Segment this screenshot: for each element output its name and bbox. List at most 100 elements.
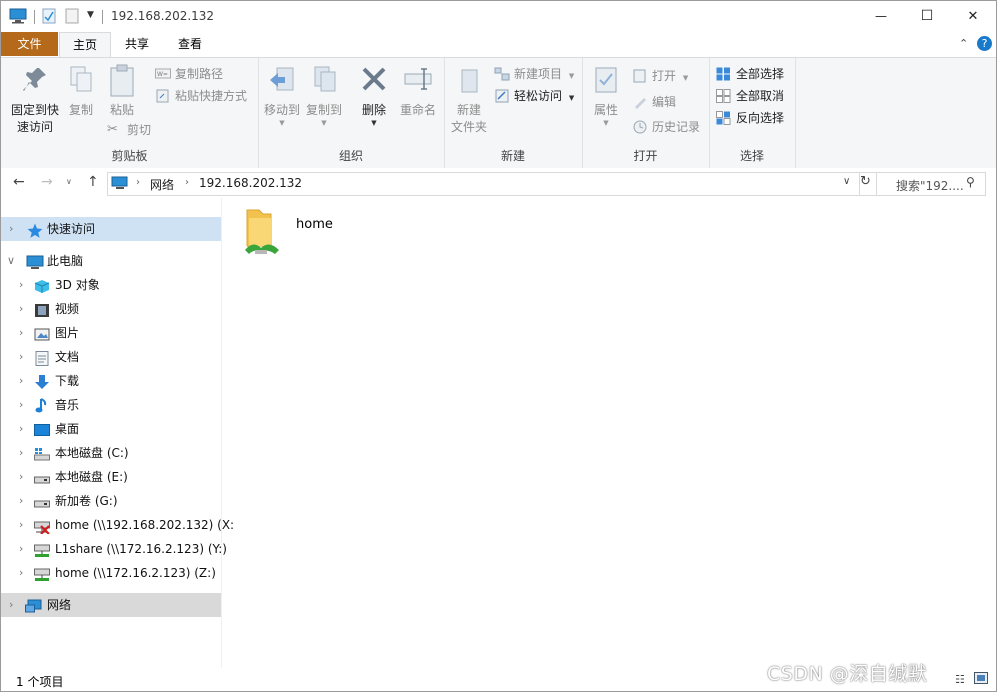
select-all-button[interactable]: 全部选择 <box>716 64 784 84</box>
chevron-right-icon[interactable]: › <box>19 561 23 585</box>
new-folder-quick-icon[interactable] <box>65 8 79 27</box>
search-icon: ⚲ <box>966 175 975 189</box>
maximize-icon: ☐ <box>920 8 934 24</box>
minimize-button[interactable]: — <box>858 1 904 31</box>
chevron-right-icon[interactable]: › <box>9 217 13 241</box>
properties-button[interactable]: 属性 ▼ <box>588 64 624 127</box>
nav-music[interactable]: › 音乐 <box>1 393 221 417</box>
delete-x-icon <box>354 64 394 102</box>
breadcrumb-host[interactable]: 192.168.202.132 <box>199 176 302 190</box>
move-to-icon <box>262 64 302 102</box>
rename-button[interactable]: 重命名 <box>396 64 440 119</box>
chevron-right-icon[interactable]: › <box>19 297 23 321</box>
pin-quick-access-button[interactable]: 固定到快 速访问 <box>7 64 63 136</box>
clipboard-group: 固定到快 速访问 复制 粘贴 W= 复制路径 粘贴快捷方式 ✂ 剪切 剪贴板 <box>1 58 259 168</box>
edit-button[interactable]: 编辑 <box>632 92 676 112</box>
nav-drive-g[interactable]: › 新加卷 (G:) <box>1 489 221 513</box>
move-to-button[interactable]: 移动到 ▼ <box>262 64 302 127</box>
chevron-down-icon[interactable]: ∨ <box>7 249 15 273</box>
copy-label: 复制 <box>68 103 93 117</box>
chevron-right-icon[interactable]: › <box>19 273 23 297</box>
paste-button[interactable]: 粘贴 <box>104 64 140 119</box>
copy-to-button[interactable]: 复制到 ▼ <box>304 64 344 127</box>
minimize-icon: — <box>875 9 887 23</box>
breadcrumb-separator-icon: › <box>185 177 189 188</box>
new-folder-button[interactable]: 新建 文件夹 <box>448 64 490 136</box>
collapse-ribbon-icon[interactable]: ⌃ <box>959 37 968 50</box>
invert-selection-button[interactable]: 反向选择 <box>716 108 784 128</box>
properties-quick-icon[interactable] <box>42 8 56 27</box>
chevron-right-icon[interactable]: › <box>19 417 23 441</box>
invert-selection-icon <box>716 111 731 125</box>
nav-network-drive-y[interactable]: › L1share (\\172.16.2.123) (Y:) <box>1 537 227 561</box>
nav-network[interactable]: › 网络 <box>1 593 221 617</box>
details-view-icon[interactable]: ☷ <box>955 673 965 686</box>
folder-item-home[interactable]: home <box>241 206 361 261</box>
tab-view[interactable]: 查看 <box>165 32 215 56</box>
chevron-right-icon[interactable]: › <box>9 593 13 617</box>
address-bar[interactable]: › 网络 › 192.168.202.132 ∨ ↻ <box>107 172 877 196</box>
customize-quick-access-icon[interactable]: ▼ <box>87 10 94 20</box>
close-button[interactable]: ✕ <box>950 1 996 31</box>
chevron-right-icon[interactable]: › <box>19 537 23 561</box>
separator <box>102 10 103 24</box>
nav-desktop[interactable]: › 桌面 <box>1 417 221 441</box>
select-group-label: 选择 <box>739 149 764 163</box>
paste-shortcut-button[interactable]: 粘贴快捷方式 <box>155 86 247 106</box>
history-button[interactable]: 历史记录 <box>632 117 700 137</box>
new-item-button[interactable]: 新建项目 ▼ <box>494 64 574 84</box>
tab-share[interactable]: 共享 <box>111 32 163 56</box>
nav-quick-access[interactable]: › 快速访问 <box>1 217 221 241</box>
chevron-right-icon[interactable]: › <box>19 345 23 369</box>
open-button[interactable]: 打开 ▼ <box>632 66 688 86</box>
maximize-button[interactable]: ☐ <box>904 1 950 31</box>
organize-group: 移动到 ▼ 复制到 ▼ 删除 ▼ 重命名 组织 <box>258 58 445 168</box>
large-icons-view-icon[interactable] <box>974 672 988 687</box>
copy-button[interactable]: 复制 <box>63 64 99 119</box>
chevron-right-icon[interactable]: › <box>19 393 23 417</box>
new-group: 新建 文件夹 新建项目 ▼ 轻松访问 ▼ 新建 <box>444 58 583 168</box>
chevron-right-icon[interactable]: › <box>19 441 23 465</box>
breadcrumb-separator-icon: › <box>136 177 140 188</box>
up-arrow-icon[interactable]: ↑ <box>87 174 99 190</box>
nav-network-drive-z[interactable]: › home (\\172.16.2.123) (Z:) <box>1 561 221 585</box>
search-input[interactable]: 搜索"192.... <box>896 177 964 194</box>
nav-network-drive-x[interactable]: › home (\\192.168.202.132) (X: <box>1 513 234 537</box>
delete-button[interactable]: 删除 ▼ <box>354 64 394 127</box>
nav-drive-c[interactable]: › 本地磁盘 (C:) <box>1 441 221 465</box>
chevron-right-icon[interactable]: › <box>19 369 23 393</box>
chevron-right-icon[interactable]: › <box>19 489 23 513</box>
nav-drive-e[interactable]: › 本地磁盘 (E:) <box>1 465 221 489</box>
easy-access-button[interactable]: 轻松访问 ▼ <box>494 86 574 106</box>
recent-locations-icon[interactable]: ∨ <box>66 177 72 186</box>
svg-text:W=: W= <box>157 71 168 78</box>
copy-path-button[interactable]: W= 复制路径 <box>155 64 223 84</box>
cut-button[interactable]: ✂ 剪切 <box>107 120 151 140</box>
nav-downloads[interactable]: › 下载 <box>1 369 221 393</box>
nav-this-pc[interactable]: ∨ 此电脑 <box>1 249 221 273</box>
tab-home[interactable]: 主页 <box>59 32 111 57</box>
nav-pictures[interactable]: › 图片 <box>1 321 221 345</box>
chevron-right-icon[interactable]: › <box>19 513 23 537</box>
new-group-label: 新建 <box>500 149 525 163</box>
select-none-button[interactable]: 全部取消 <box>716 86 784 106</box>
computer-icon <box>26 254 44 269</box>
open-group-label: 打开 <box>633 149 658 163</box>
nav-3d-objects[interactable]: › 3D 对象 <box>1 273 221 297</box>
paste-icon <box>104 64 140 102</box>
nav-videos[interactable]: › 视频 <box>1 297 221 321</box>
chevron-right-icon[interactable]: › <box>19 321 23 345</box>
pane-divider[interactable] <box>221 198 222 668</box>
breadcrumb-network[interactable]: 网络 <box>150 176 174 193</box>
help-icon[interactable]: ? <box>977 36 992 51</box>
search-box[interactable]: 搜索"192.... ⚲ <box>859 172 986 196</box>
back-arrow-icon[interactable]: ← <box>13 174 25 190</box>
chevron-right-icon[interactable]: › <box>19 465 23 489</box>
windows-drive-icon <box>34 446 50 461</box>
scissors-icon: ✂ <box>107 122 118 137</box>
forward-arrow-icon[interactable]: → <box>41 174 53 190</box>
tab-file[interactable]: 文件 <box>1 32 58 56</box>
copy-path-icon: W= <box>155 67 171 81</box>
address-dropdown-icon[interactable]: ∨ <box>843 176 850 187</box>
nav-documents[interactable]: › 文档 <box>1 345 221 369</box>
